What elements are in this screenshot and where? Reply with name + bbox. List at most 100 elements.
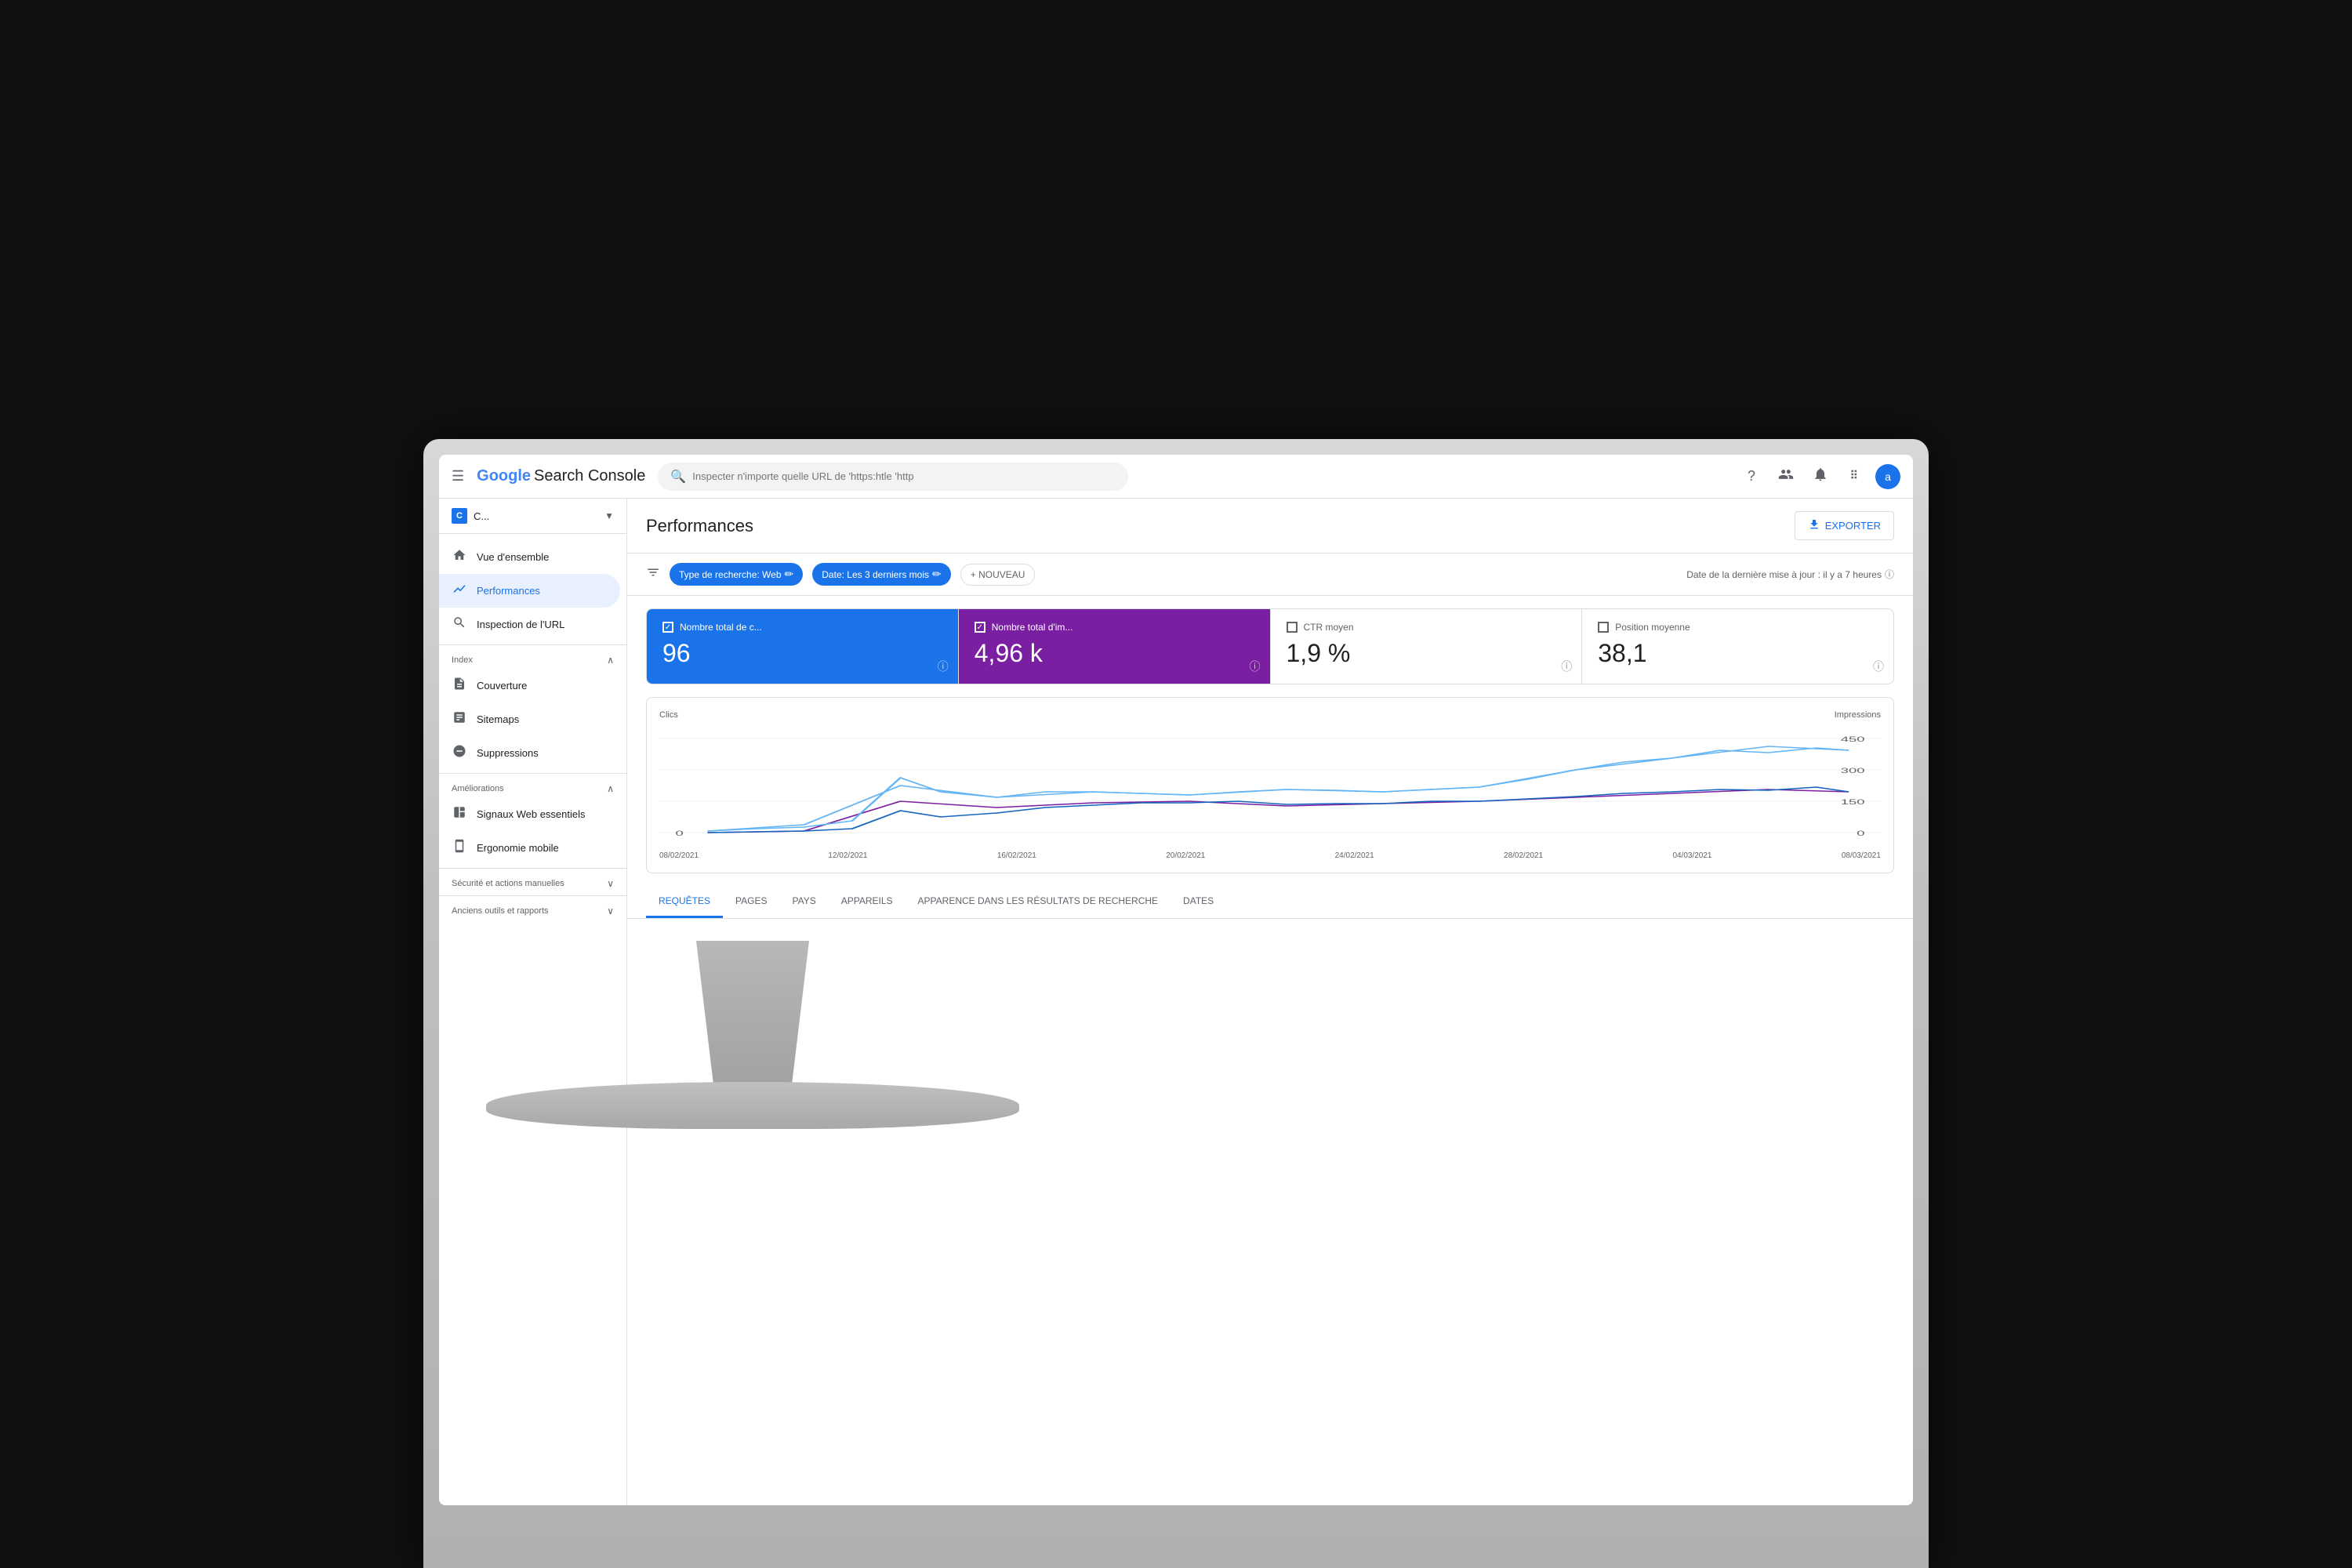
svg-text:300: 300 <box>1841 768 1865 775</box>
edit-search-type-icon: ✏ <box>785 568 794 581</box>
position-checkbox[interactable] <box>1598 622 1609 633</box>
property-name: C... <box>474 510 598 522</box>
section-ameliorations[interactable]: Améliorations ∧ <box>439 777 626 797</box>
sidebar-item-label-sitemaps: Sitemaps <box>477 713 519 725</box>
edit-date-icon: ✏ <box>932 568 942 581</box>
impressions-checkbox[interactable] <box>975 622 985 633</box>
users-icon <box>1778 466 1794 486</box>
svg-text:0: 0 <box>676 830 684 838</box>
tab-pays[interactable]: PAYS <box>779 886 828 918</box>
sidebar-item-label-suppressions: Suppressions <box>477 747 539 759</box>
users-button[interactable] <box>1772 463 1800 491</box>
update-info: Date de la dernière mise à jour : il y a… <box>1686 568 1894 581</box>
chart-labels: Clics Impressions <box>659 710 1881 720</box>
info-icon: ⓘ <box>1885 568 1894 581</box>
section-securite-arrow: ∨ <box>607 878 614 889</box>
sidebar-item-url-inspection[interactable]: Inspection de l'URL <box>439 608 620 641</box>
section-securite[interactable]: Sécurité et actions manuelles ∨ <box>439 872 626 892</box>
x-label-4: 20/02/2021 <box>1166 851 1205 860</box>
tab-requetes[interactable]: REQUÊTES <box>646 886 723 918</box>
x-label-1: 08/02/2021 <box>659 851 699 860</box>
sitemaps-icon <box>452 710 467 728</box>
content-header: Performances EXPORTER <box>627 499 1913 554</box>
section-anciens[interactable]: Anciens outils et rapports ∨ <box>439 899 626 920</box>
property-selector[interactable]: C C... ▼ <box>439 499 626 534</box>
tab-apparence[interactable]: APPARENCE DANS LES RÉSULTATS DE RECHERCH… <box>906 886 1171 918</box>
main-content: Performances EXPORTER <box>627 499 1913 1505</box>
chart-right-label: Impressions <box>1835 710 1881 720</box>
sidebar-item-couverture[interactable]: Couverture <box>439 669 620 702</box>
impressions-label: Nombre total d'im... <box>992 622 1073 633</box>
notifications-button[interactable] <box>1806 463 1835 491</box>
metric-ctr[interactable]: CTR moyen 1,9 % ⓘ <box>1271 609 1583 684</box>
user-avatar[interactable]: a <box>1875 464 1900 489</box>
ctr-label: CTR moyen <box>1304 622 1354 633</box>
tab-dates[interactable]: DATES <box>1171 886 1226 918</box>
ctr-checkbox[interactable] <box>1287 622 1298 633</box>
menu-icon[interactable]: ☰ <box>452 468 464 485</box>
suppressions-icon <box>452 744 467 762</box>
sidebar-item-overview[interactable]: Vue d'ensemble <box>439 540 620 574</box>
url-inspection-icon <box>452 615 467 633</box>
logo-google: Google <box>477 467 531 485</box>
app-logo: Google Search Console <box>477 467 645 485</box>
ctr-info-icon: ⓘ <box>1561 659 1572 674</box>
search-bar[interactable]: 🔍 <box>658 463 1128 491</box>
sidebar-nav: Vue d'ensemble Performances <box>439 534 626 926</box>
x-label-6: 28/02/2021 <box>1504 851 1543 860</box>
monitor-bezel: ☰ Google Search Console 🔍 ? <box>439 455 1913 1505</box>
clics-checkbox[interactable] <box>662 622 673 633</box>
x-label-7: 04/03/2021 <box>1672 851 1711 860</box>
impressions-value: 4,96 k <box>975 639 1254 668</box>
help-icon: ? <box>1748 468 1755 485</box>
search-type-filter[interactable]: Type de recherche: Web ✏ <box>670 563 803 586</box>
apps-grid-icon <box>1847 466 1863 486</box>
chart-svg-container: 450 300 150 0 0 <box>659 723 1881 848</box>
search-input[interactable] <box>692 470 1116 482</box>
section-index-label: Index <box>452 655 473 665</box>
sidebar-item-label-overview: Vue d'ensemble <box>477 551 549 563</box>
sidebar-item-suppressions[interactable]: Suppressions <box>439 736 620 770</box>
new-filter-button[interactable]: + NOUVEAU <box>960 564 1036 586</box>
clics-info-icon: ⓘ <box>938 659 949 674</box>
metric-position[interactable]: Position moyenne 38,1 ⓘ <box>1582 609 1893 684</box>
chart-left-label: Clics <box>659 710 678 720</box>
svg-text:450: 450 <box>1841 736 1865 744</box>
svg-text:150: 150 <box>1841 799 1865 807</box>
x-label-3: 16/02/2021 <box>997 851 1036 860</box>
update-info-text: Date de la dernière mise à jour : il y a… <box>1686 569 1882 580</box>
sidebar-divider-2 <box>439 773 626 774</box>
position-value: 38,1 <box>1598 639 1878 668</box>
section-ameliorations-label: Améliorations <box>452 784 504 793</box>
tab-appareils[interactable]: APPAREILS <box>829 886 906 918</box>
sidebar-item-label-ergonomie: Ergonomie mobile <box>477 842 559 854</box>
filter-bar: Type de recherche: Web ✏ Date: Les 3 der… <box>627 554 1913 596</box>
impressions-info-icon: ⓘ <box>1250 659 1261 674</box>
performances-icon <box>452 582 467 600</box>
page-title: Performances <box>646 516 753 536</box>
monitor-stand-base <box>486 1082 1019 1129</box>
sidebar-divider-1 <box>439 644 626 645</box>
metric-clics[interactable]: Nombre total de c... 96 ⓘ <box>647 609 959 684</box>
apps-button[interactable] <box>1841 463 1869 491</box>
svg-text:0: 0 <box>1857 830 1864 838</box>
help-button[interactable]: ? <box>1737 463 1766 491</box>
sidebar-item-signaux-web[interactable]: Signaux Web essentiels <box>439 797 620 831</box>
sidebar-item-performances[interactable]: Performances <box>439 574 620 608</box>
metric-impressions[interactable]: Nombre total d'im... 4,96 k ⓘ <box>959 609 1271 684</box>
signaux-icon <box>452 805 467 823</box>
x-label-2: 12/02/2021 <box>828 851 867 860</box>
search-icon: 🔍 <box>670 469 686 485</box>
screen-content: ☰ Google Search Console 🔍 ? <box>439 455 1913 1505</box>
sidebar-item-sitemaps[interactable]: Sitemaps <box>439 702 620 736</box>
sidebar-item-label-performances: Performances <box>477 585 540 597</box>
metrics-row: Nombre total de c... 96 ⓘ Nombre total d… <box>646 608 1894 684</box>
clics-label: Nombre total de c... <box>680 622 762 633</box>
chart-x-labels: 08/02/2021 12/02/2021 16/02/2021 20/02/2… <box>659 848 1881 860</box>
section-index[interactable]: Index ∧ <box>439 648 626 669</box>
export-button[interactable]: EXPORTER <box>1795 511 1894 540</box>
position-info-icon: ⓘ <box>1873 659 1884 674</box>
date-filter[interactable]: Date: Les 3 derniers mois ✏ <box>812 563 950 586</box>
tab-pages[interactable]: PAGES <box>723 886 779 918</box>
sidebar-item-ergonomie[interactable]: Ergonomie mobile <box>439 831 620 865</box>
